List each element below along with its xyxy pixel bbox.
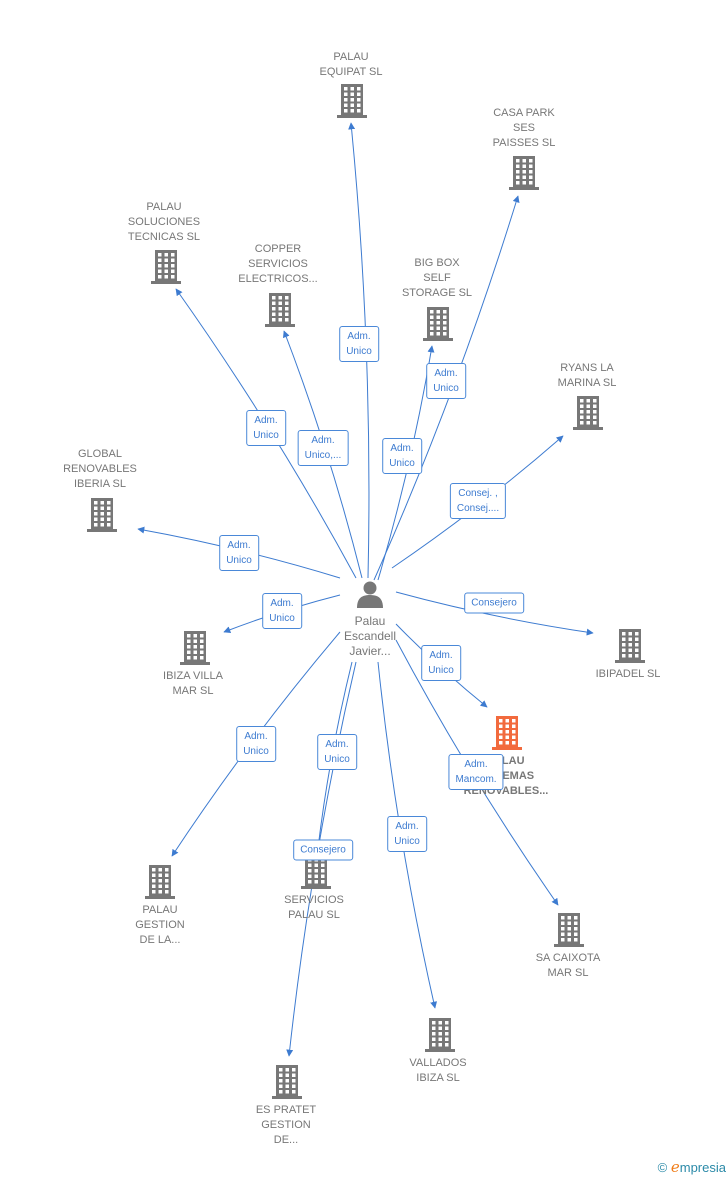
building-icon[interactable] [180, 631, 210, 665]
building-icon[interactable] [337, 84, 367, 118]
center-person-name[interactable]: Palau Escandell Javier... [320, 614, 420, 659]
building-icon[interactable] [425, 1018, 455, 1052]
building-icon[interactable] [272, 1065, 302, 1099]
company-label[interactable]: BIG BOX SELF STORAGE SL [372, 256, 502, 301]
building-icon[interactable] [573, 396, 603, 430]
company-label[interactable]: CASA PARK SES PAISSES SL [459, 106, 589, 151]
building-icon[interactable] [151, 250, 181, 284]
relation-label: Adm. Unico [339, 326, 379, 362]
company-label[interactable]: COPPER SERVICIOS ELECTRICOS... [213, 242, 343, 287]
building-icon[interactable] [265, 293, 295, 327]
building-icon[interactable] [423, 307, 453, 341]
building-icon[interactable] [554, 913, 584, 947]
relation-label: Adm. Unico [262, 593, 302, 629]
company-label[interactable]: SERVICIOS PALAU SL [249, 893, 379, 923]
relation-label: Consejero [293, 839, 353, 861]
relation-label: Adm. Unico [382, 438, 422, 474]
company-label[interactable]: PALAU EQUIPAT SL [286, 50, 416, 80]
relation-label: Adm. Unico [219, 535, 259, 571]
company-label[interactable]: IBIZA VILLA MAR SL [128, 669, 258, 699]
building-icon[interactable] [615, 629, 645, 663]
company-label[interactable]: PALAU SOLUCIONES TECNICAS SL [99, 200, 229, 245]
company-label[interactable]: VALLADOS IBIZA SL [373, 1056, 503, 1086]
company-label[interactable]: IBIPADEL SL [563, 667, 693, 682]
relation-label: Consej. , Consej.... [449, 483, 507, 519]
relation-label: Adm. Unico [426, 363, 466, 399]
building-icon[interactable] [87, 498, 117, 532]
building-icon[interactable] [509, 156, 539, 190]
company-label[interactable]: GLOBAL RENOVABLES IBERIA SL [35, 447, 165, 492]
empresia-logo: © empresia [657, 1158, 726, 1176]
company-label[interactable]: RYANS LA MARINA SL [522, 361, 652, 391]
relation-label: Adm. Unico [421, 645, 461, 681]
relation-label: Adm. Unico [317, 734, 357, 770]
company-label[interactable]: ES PRATET GESTION DE... [221, 1103, 351, 1148]
relation-label: Adm. Unico,... [297, 430, 349, 466]
relation-label: Adm. Unico [246, 410, 286, 446]
company-label[interactable]: SA CAIXOTA MAR SL [503, 951, 633, 981]
relation-label: Consejero [464, 592, 524, 614]
relation-label: Adm. Unico [387, 816, 427, 852]
company-label[interactable]: PALAU GESTION DE LA... [95, 903, 225, 948]
building-icon[interactable] [492, 716, 522, 750]
relation-label: Adm. Unico [236, 726, 276, 762]
building-icon[interactable] [145, 865, 175, 899]
relation-label: Adm. Mancom. [448, 754, 504, 790]
person-icon [356, 580, 384, 613]
